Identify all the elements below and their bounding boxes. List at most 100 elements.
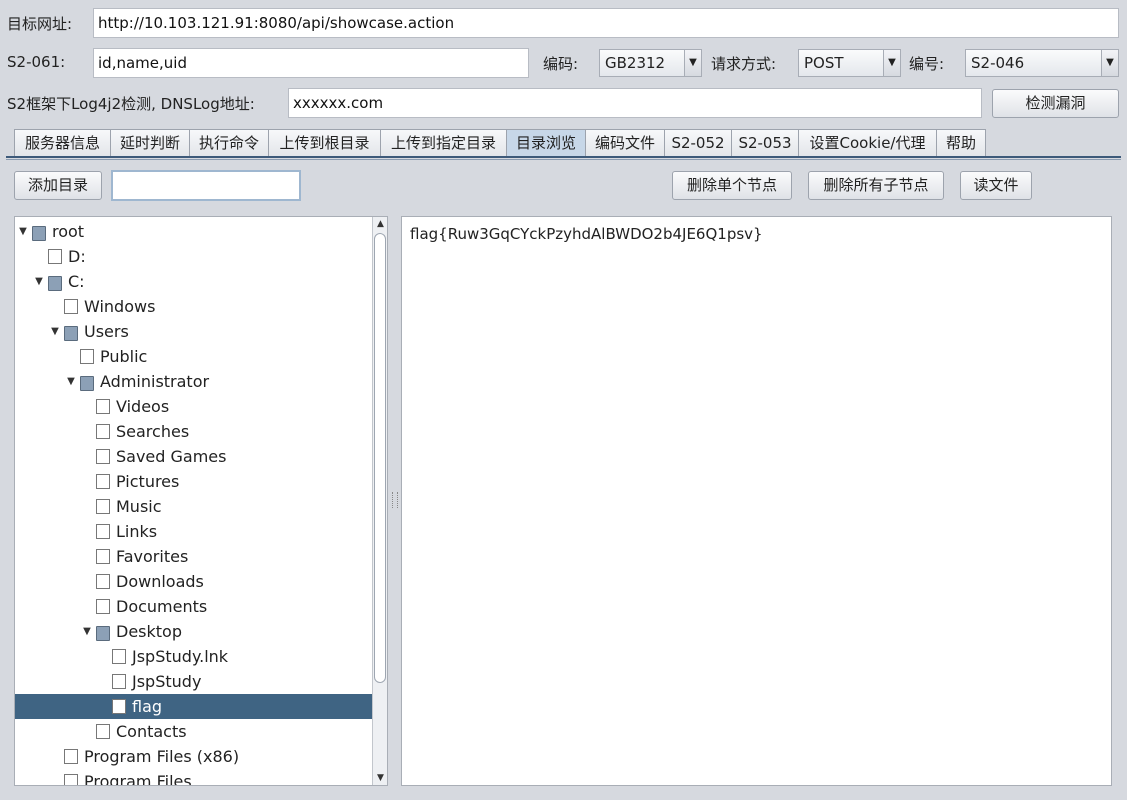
encoding-value: GB2312	[605, 54, 666, 72]
method-label: 请求方式:	[711, 55, 777, 73]
tab-divider	[6, 156, 1121, 158]
tree-folder-row[interactable]: ▼ Desktop	[15, 619, 372, 644]
tree-file-row[interactable]: flag	[15, 694, 372, 719]
tree-file-row[interactable]: D:	[15, 244, 372, 269]
tree-node-label: Administrator	[100, 372, 210, 391]
tree-file-row[interactable]: Contacts	[15, 719, 372, 744]
tab-10[interactable]: 帮助	[936, 129, 986, 156]
tab-9[interactable]: 设置Cookie/代理	[798, 129, 937, 156]
scroll-up-icon[interactable]: ▲	[373, 217, 387, 231]
tree-node-label: Windows	[84, 297, 156, 316]
file-icon	[96, 524, 110, 539]
vuln-number-select[interactable]: S2-046 ▼	[965, 49, 1119, 77]
tree-folder-row[interactable]: ▼ root	[15, 219, 372, 244]
tab-5[interactable]: 目录浏览	[506, 129, 586, 156]
tree-file-row[interactable]: Favorites	[15, 544, 372, 569]
tree-folder-row[interactable]: ▼ Users	[15, 319, 372, 344]
tree-file-row[interactable]: Downloads	[15, 569, 372, 594]
tab-6[interactable]: 编码文件	[585, 129, 665, 156]
file-icon	[64, 749, 78, 764]
detect-vuln-button[interactable]: 检测漏洞	[992, 89, 1119, 118]
file-icon	[96, 474, 110, 489]
tab-1[interactable]: 延时判断	[110, 129, 190, 156]
chevron-down-icon: ▼	[883, 50, 900, 76]
scroll-down-icon[interactable]: ▼	[373, 771, 387, 785]
tab-0[interactable]: 服务器信息	[14, 129, 111, 156]
tree-node-label: Program Files (x86)	[84, 747, 240, 766]
add-directory-button[interactable]: 添加目录	[14, 171, 102, 200]
scroll-thumb[interactable]	[374, 233, 386, 683]
file-icon	[112, 649, 126, 664]
tree-file-row[interactable]: Videos	[15, 394, 372, 419]
dnslog-input[interactable]: xxxxxx.com	[288, 88, 982, 118]
expand-toggle-icon[interactable]: ▼	[66, 369, 76, 394]
tree-file-row[interactable]: Documents	[15, 594, 372, 619]
expand-toggle-icon[interactable]: ▼	[82, 619, 92, 644]
method-value: POST	[804, 54, 844, 72]
read-file-button[interactable]: 读文件	[960, 171, 1032, 200]
file-icon	[96, 599, 110, 614]
tree-node-label: root	[52, 222, 85, 241]
tree-file-row[interactable]: Program Files	[15, 769, 372, 786]
folder-icon	[64, 326, 78, 341]
delete-node-button[interactable]: 删除单个节点	[672, 171, 792, 200]
file-icon	[96, 549, 110, 564]
folder-icon	[96, 626, 110, 641]
number-label: 编号:	[909, 55, 945, 73]
tree-node-label: flag	[132, 697, 163, 716]
tree-node-label: Public	[100, 347, 148, 366]
tab-4[interactable]: 上传到指定目录	[380, 129, 507, 156]
folder-icon	[32, 226, 46, 241]
tree-scrollbar[interactable]: ▲ ▼	[372, 217, 387, 785]
tab-7[interactable]: S2-052	[664, 129, 732, 156]
tree-file-row[interactable]: JspStudy	[15, 669, 372, 694]
vuln-number-value: S2-046	[971, 54, 1025, 72]
tree-file-row[interactable]: Public	[15, 344, 372, 369]
tree-file-row[interactable]: Searches	[15, 419, 372, 444]
expand-toggle-icon[interactable]: ▼	[18, 219, 28, 244]
directory-input[interactable]	[111, 170, 301, 201]
tree-node-label: Documents	[116, 597, 208, 616]
file-icon	[80, 349, 94, 364]
tree-node-label: Downloads	[116, 572, 204, 591]
tree-node-label: Desktop	[116, 622, 182, 641]
tree-file-row[interactable]: Pictures	[15, 469, 372, 494]
tab-2[interactable]: 执行命令	[189, 129, 269, 156]
tree-node-label: Program Files	[84, 772, 192, 786]
expand-toggle-icon[interactable]: ▼	[50, 319, 60, 344]
tree-file-row[interactable]: Music	[15, 494, 372, 519]
file-icon	[48, 249, 62, 264]
target-url-input[interactable]: http://10.103.121.91:8080/api/showcase.a…	[93, 8, 1119, 38]
file-content-area[interactable]: flag{Ruw3GqCYckPzyhdAlBWDO2b4JE6Q1psv}	[401, 216, 1112, 786]
tree-file-row[interactable]: Saved Games	[15, 444, 372, 469]
s2061-params-input[interactable]: id,name,uid	[93, 48, 529, 78]
tree-node-label: JspStudy	[132, 672, 202, 691]
tree-file-row[interactable]: JspStudy.lnk	[15, 644, 372, 669]
file-icon	[112, 674, 126, 689]
tree-node-label: Videos	[116, 397, 170, 416]
s2061-label: S2-061:	[7, 53, 66, 71]
tab-3[interactable]: 上传到根目录	[268, 129, 381, 156]
tree-file-row[interactable]: Links	[15, 519, 372, 544]
split-pane-divider[interactable]	[391, 216, 398, 786]
chevron-down-icon: ▼	[684, 50, 701, 76]
tree-node-label: Links	[116, 522, 158, 541]
file-icon	[64, 774, 78, 785]
file-icon	[96, 424, 110, 439]
tree-file-row[interactable]: Windows	[15, 294, 372, 319]
file-icon	[64, 299, 78, 314]
delete-children-button[interactable]: 删除所有子节点	[808, 171, 944, 200]
directory-tree[interactable]: ▼ root D: ▼ C: Windows ▼ Users Public ▼ Administra…	[14, 216, 388, 786]
method-select[interactable]: POST ▼	[798, 49, 901, 77]
tree-folder-row[interactable]: ▼ C:	[15, 269, 372, 294]
file-content-text: flag{Ruw3GqCYckPzyhdAlBWDO2b4JE6Q1psv}	[410, 225, 763, 243]
encoding-label: 编码:	[543, 55, 579, 73]
tree-node-label: Saved Games	[116, 447, 227, 466]
tree-folder-row[interactable]: ▼ Administrator	[15, 369, 372, 394]
encoding-select[interactable]: GB2312 ▼	[599, 49, 702, 77]
expand-toggle-icon[interactable]: ▼	[34, 269, 44, 294]
file-icon	[96, 724, 110, 739]
tab-8[interactable]: S2-053	[731, 129, 799, 156]
tree-file-row[interactable]: Program Files (x86)	[15, 744, 372, 769]
tree-node-label: JspStudy.lnk	[132, 647, 229, 666]
